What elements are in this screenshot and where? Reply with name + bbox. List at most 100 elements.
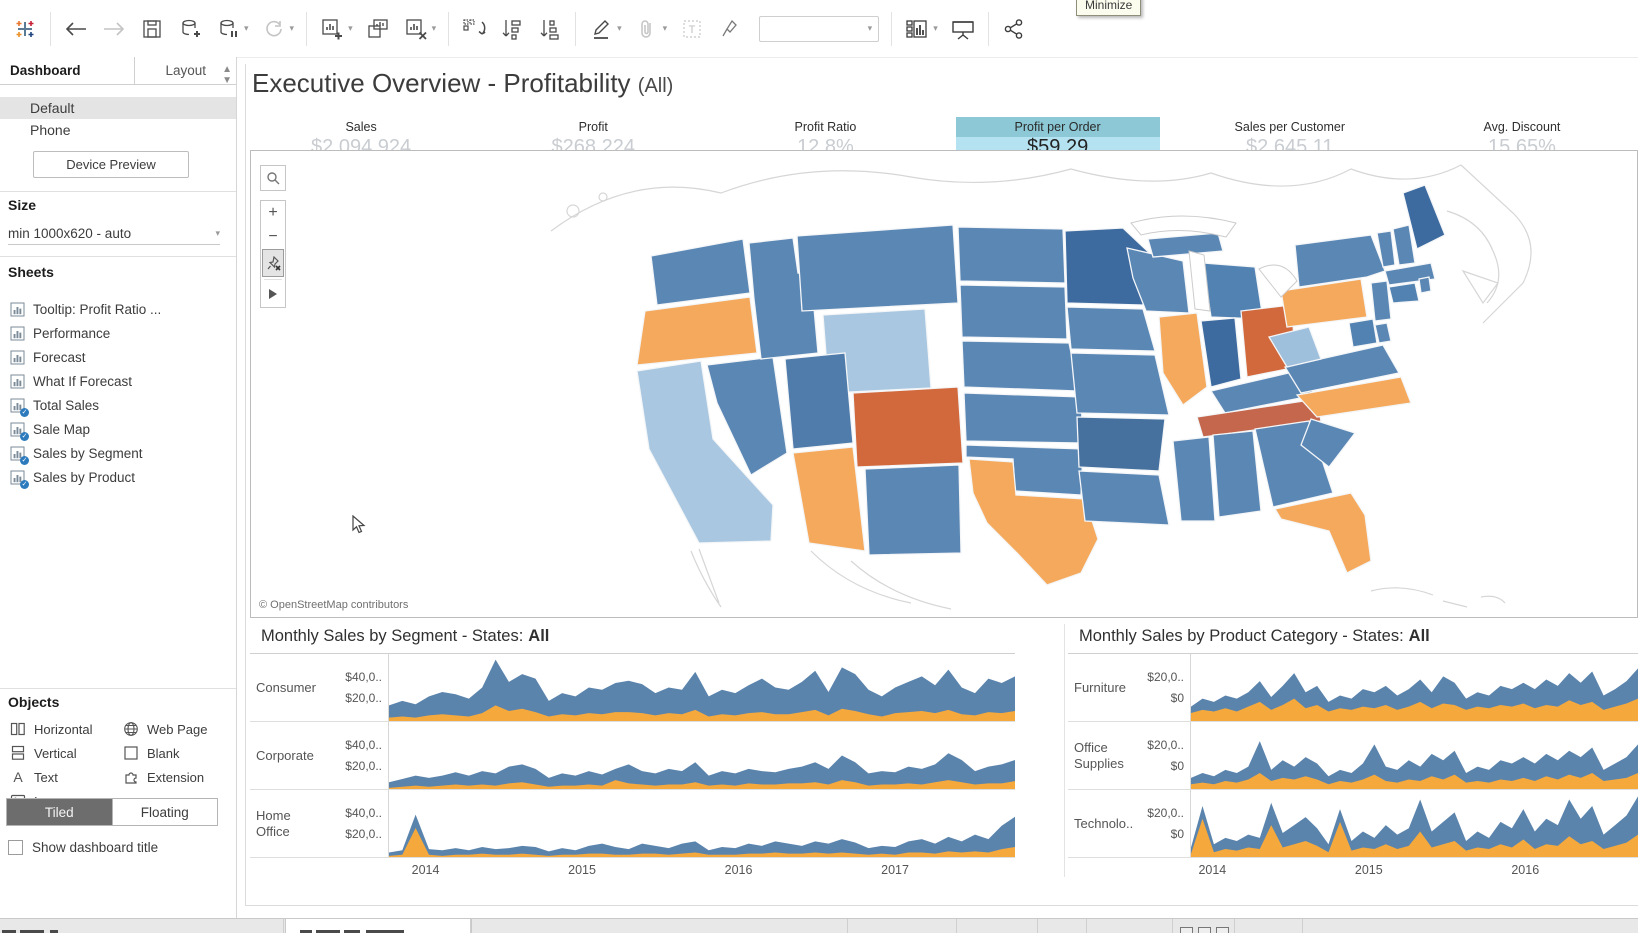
new-sheet-icon[interactable] [1216,927,1229,933]
tableau-logo-icon[interactable] [12,14,38,44]
kpi-sales-per-customer[interactable]: Sales per Customer$2,645.11 [1174,117,1406,150]
dropdown-caret[interactable]: ▾ [933,23,938,34]
state-FL[interactable] [1275,493,1371,573]
dropdown-caret[interactable]: ▾ [244,23,249,34]
tiled-button[interactable]: Tiled [7,799,112,825]
collapse-pane-icon[interactable]: ▲▼ [222,64,232,86]
sheet-item-sales-by-product[interactable]: ✓Sales by Product [0,465,236,489]
device-option-default[interactable]: Default [0,97,236,119]
area-plot[interactable] [1191,722,1638,789]
kpi-profit[interactable]: Profit$268,224 [477,117,709,150]
area-plot[interactable] [389,654,1015,721]
area-plot[interactable] [1191,654,1638,721]
dropdown-caret[interactable]: ▾ [348,23,353,34]
state-AL[interactable] [1213,431,1261,517]
chart-row-furniture[interactable]: Furniture $20,0..$0 [1068,654,1638,722]
object-extension[interactable]: Extension [123,765,236,789]
sales-by-product-chart[interactable]: Monthly Sales by Product Category - Stat… [1068,620,1638,882]
state-MS[interactable] [1173,437,1215,521]
object-vertical[interactable]: Vertical [10,741,123,765]
undo-icon[interactable] [63,14,89,44]
dropdown-caret[interactable]: ▾ [432,23,437,34]
sort-descending-icon[interactable] [537,14,563,44]
state-KS[interactable] [964,393,1083,443]
chart-row-consumer[interactable]: Consumer $40,0..$20,0.. [250,654,1015,722]
chart-row-office-supplies[interactable]: OfficeSupplies $20,0..$0 [1068,722,1638,790]
state-MD[interactable] [1349,319,1377,347]
save-icon[interactable] [139,14,165,44]
chart-row-technolo[interactable]: Technolo.. $20,0..$0 [1068,790,1638,858]
tab-layout[interactable]: Layout [134,57,236,84]
state-NY[interactable] [1295,235,1385,287]
state-NJ[interactable] [1371,281,1391,321]
pause-auto-updates-icon[interactable] [215,14,241,44]
object-text[interactable]: AText [10,765,123,789]
state-MIu[interactable] [1148,233,1223,257]
kpi-avg-discount[interactable]: Avg. Discount15.65% [1406,117,1638,150]
state-NH[interactable] [1393,225,1415,265]
swap-rows-columns-icon[interactable] [461,14,487,44]
sheet-item-performance[interactable]: Performance [0,321,236,345]
device-option-phone[interactable]: Phone [0,119,236,141]
sale-map-view[interactable]: + − © OpenStreetMap contributors [250,150,1638,618]
state-IA[interactable] [1067,307,1155,351]
group-members-icon[interactable] [634,14,660,44]
sheet-item-sales-by-segment[interactable]: ✓Sales by Segment [0,441,236,465]
kpi-profit-ratio[interactable]: Profit Ratio12.8% [709,117,941,150]
floating-button[interactable]: Floating [112,799,218,825]
sheet-tab-bar[interactable] [0,918,1638,933]
sheet-item-what-if-forecast[interactable]: What If Forecast [0,369,236,393]
state-LA[interactable] [1079,471,1169,525]
state-NM[interactable] [865,465,961,555]
state-CO[interactable] [853,387,963,467]
kpi-profit-per-order[interactable]: Profit per Order$59.29 [942,117,1174,150]
presentation-mode-icon[interactable] [950,14,976,44]
state-ND[interactable] [958,227,1065,283]
fit-selector[interactable]: ▾ [759,16,879,42]
state-RI[interactable] [1419,277,1431,293]
state-UT[interactable] [785,353,853,449]
size-dropdown[interactable]: min 1000x620 - auto ▾ [8,222,220,245]
sheet-item-sale-map[interactable]: ✓Sale Map [0,417,236,441]
sort-ascending-icon[interactable] [499,14,525,44]
zoom-out-button[interactable]: − [261,225,285,249]
object-blank[interactable]: Blank [123,741,236,765]
state-CT[interactable] [1389,283,1419,303]
area-plot[interactable] [1191,790,1638,857]
object-horizontal[interactable]: Horizontal [10,717,123,741]
area-plot[interactable] [389,722,1015,789]
dropdown-caret[interactable]: ▾ [663,23,668,34]
object-web-page[interactable]: Web Page [123,717,236,741]
state-SD[interactable] [960,285,1067,339]
show-cards-icon[interactable] [904,14,930,44]
show-dashboard-title-checkbox[interactable] [8,840,23,855]
map-search-button[interactable] [260,165,286,191]
redo-icon[interactable] [101,14,127,44]
state-OR[interactable] [637,297,757,365]
device-preview-button[interactable]: Device Preview [33,151,189,178]
state-PA[interactable] [1281,279,1367,327]
tab-dashboard[interactable]: Dashboard [0,57,91,84]
map-expand-button[interactable] [261,282,285,306]
new-sheet-icon[interactable] [1198,927,1211,933]
share-icon[interactable] [1001,14,1027,44]
refresh-data-icon[interactable] [261,14,287,44]
state-MT[interactable] [797,225,958,311]
kpi-sales[interactable]: Sales$2,094,924 [245,117,477,150]
sheet-item-forecast[interactable]: Forecast [0,345,236,369]
state-MO[interactable] [1071,353,1169,415]
highlight-icon[interactable] [588,14,614,44]
area-plot[interactable] [389,790,1015,857]
map-pin-button[interactable] [262,249,284,277]
state-WA[interactable] [651,239,750,305]
duplicate-sheet-icon[interactable] [365,14,391,44]
zoom-in-button[interactable]: + [261,201,285,225]
state-AR[interactable] [1077,417,1165,471]
clear-sheet-icon[interactable] [403,14,429,44]
state-NE[interactable] [962,341,1079,391]
new-worksheet-icon[interactable] [319,14,345,44]
fix-axes-icon[interactable] [717,14,743,44]
dropdown-caret[interactable]: ▾ [617,23,622,34]
state-IL[interactable] [1159,313,1207,405]
chart-row-corporate[interactable]: Corporate $40,0..$20,0.. [250,722,1015,790]
